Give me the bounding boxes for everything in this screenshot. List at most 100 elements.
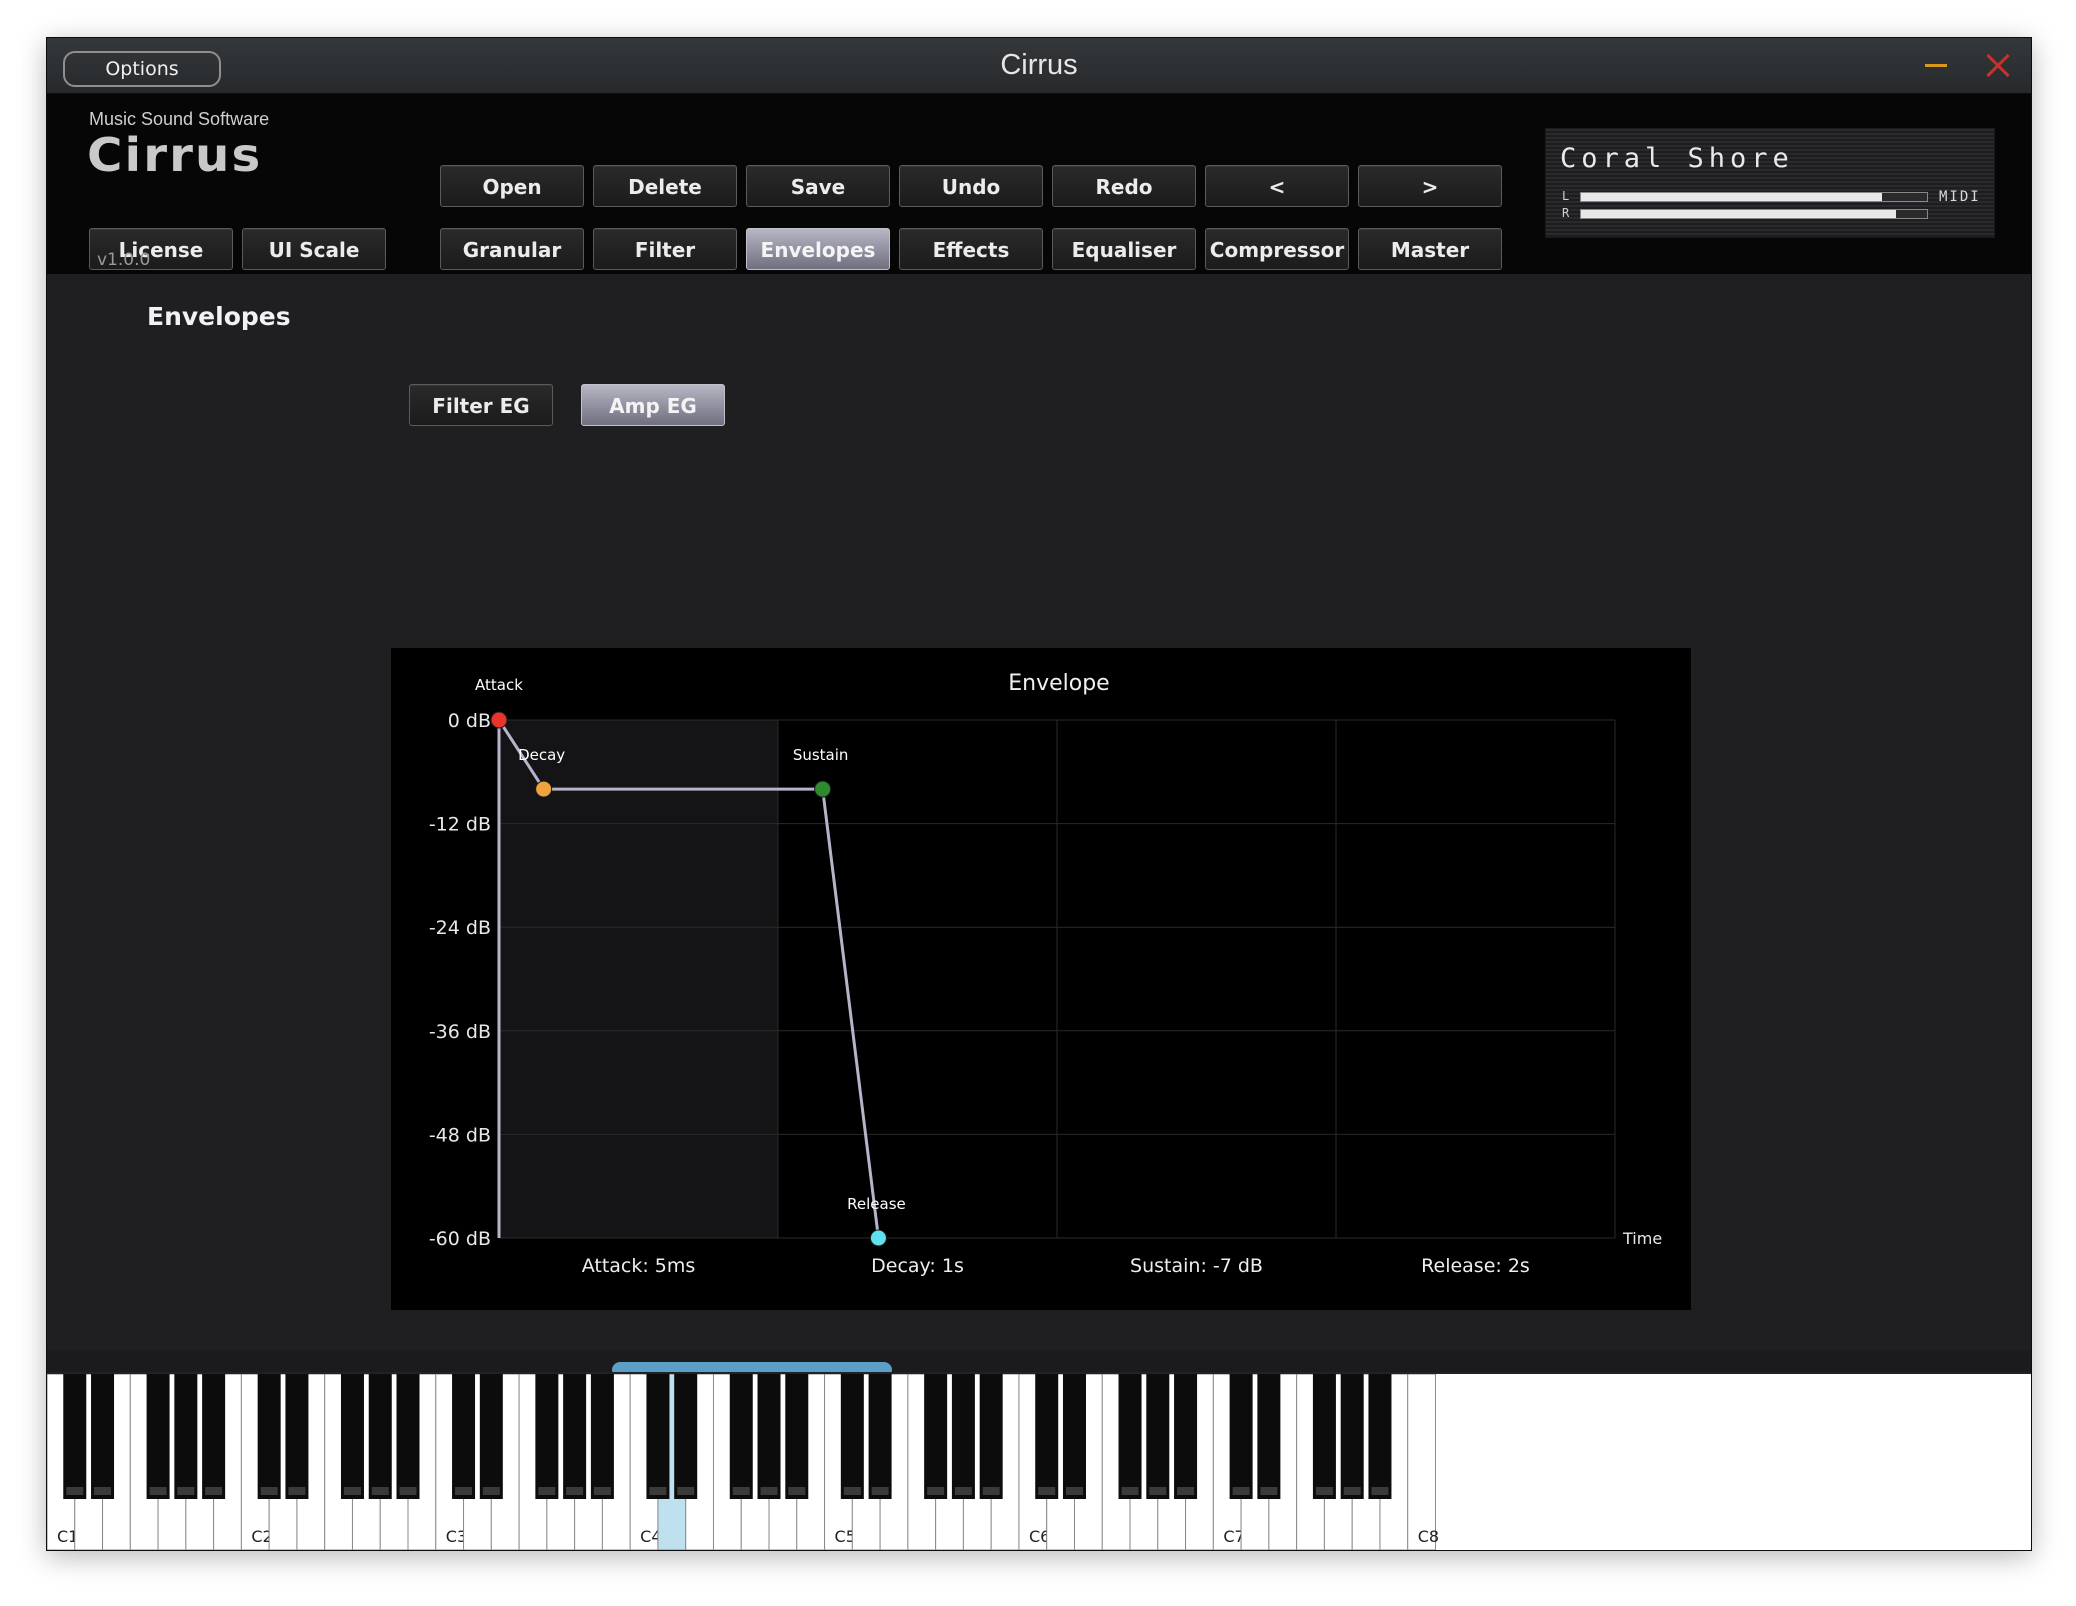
black-key [1035,1374,1059,1499]
tab-master[interactable]: Master [1358,228,1502,270]
piano-keys[interactable]: C1 C2 C3 C4 C5 C6 C7 C8 [47,1373,2031,1551]
midi-indicator: MIDI [1939,189,1981,205]
tab-amp-eg[interactable]: Amp EG [581,384,725,426]
undo-button[interactable]: Undo [899,165,1043,207]
black-key-shading [593,1487,611,1495]
x-axis-label: Time [1622,1229,1662,1248]
octave-label: C8 [1418,1527,1439,1546]
y-tick-label: -36 dB [429,1021,491,1043]
black-key-shading [1121,1487,1139,1495]
tab-equaliser[interactable]: Equaliser [1052,228,1196,270]
black-key [257,1374,281,1499]
window-title: Cirrus [1000,49,1078,81]
black-key-shading [1232,1487,1250,1495]
black-key [340,1374,364,1499]
black-key-shading [954,1487,972,1495]
envelope-chart[interactable]: 0 dB -12 dB -24 dB -36 dB -48 dB -60 dB Envelo… [391,648,1691,1310]
black-key-shading [1260,1487,1278,1495]
black-key-shading [288,1487,306,1495]
tab-granular[interactable]: Granular [440,228,584,270]
black-key-shading [677,1487,695,1495]
app-logo: Cirrus [87,128,263,182]
prev-preset-button[interactable]: < [1205,165,1349,207]
preset-display[interactable]: Coral Shore L R MIDI [1545,128,1995,238]
piano-keyboard[interactable]: C1 C2 C3 C4 C5 C6 C7 C8 [47,1372,2031,1551]
black-key [1340,1374,1364,1499]
black-key [63,1374,87,1499]
envelope-graph[interactable]: 0 dB -12 dB -24 dB -36 dB -48 dB -60 dB Envelo… [391,648,1691,1310]
black-key-shading [399,1487,417,1495]
minimize-icon[interactable] [1925,64,1947,67]
close-icon[interactable] [1983,50,2013,80]
y-tick-label: -24 dB [429,917,491,939]
black-key-shading [260,1487,278,1495]
black-key-shading [982,1487,1000,1495]
black-key [174,1374,198,1499]
level-meter-left [1580,192,1928,202]
black-key-shading [94,1487,112,1495]
parameter-label: Sustain: -7 dB [1130,1255,1263,1277]
black-key [396,1374,420,1499]
envelope-handle [869,1229,887,1247]
black-key [1118,1374,1142,1499]
parameter-label: Decay: 1s [871,1255,964,1277]
next-preset-button[interactable]: > [1358,165,1502,207]
black-key-shading [343,1487,361,1495]
point-label: Sustain [793,746,849,764]
tab-filter[interactable]: Filter [593,228,737,270]
black-key [479,1374,503,1499]
black-key-shading [205,1487,223,1495]
black-key [452,1374,476,1499]
black-key [868,1374,892,1499]
tab-filter-eg[interactable]: Filter EG [409,384,553,426]
tab-effects[interactable]: Effects [899,228,1043,270]
version-label: v1.0.0 [97,250,151,270]
ui-scale-button[interactable]: UI Scale [242,228,386,270]
delete-button[interactable]: Delete [593,165,737,207]
meter-left-label: L [1562,189,1570,203]
preset-name: Coral Shore [1560,143,1794,174]
chart-title: Envelope [1008,671,1109,696]
vendor-name: Music Sound Software [89,109,270,129]
black-key [646,1374,670,1499]
black-key [91,1374,115,1499]
black-key [674,1374,698,1499]
black-key-shading [788,1487,806,1495]
point-label: Decay [518,746,565,764]
y-tick-label: -48 dB [429,1124,491,1146]
black-key-shading [371,1487,389,1495]
black-key [1312,1374,1336,1499]
white-key [1407,1373,1436,1550]
black-key [1174,1374,1198,1499]
save-button[interactable]: Save [746,165,890,207]
black-key [1146,1374,1170,1499]
level-meter-right [1580,209,1928,219]
meter-right-label: R [1562,206,1570,220]
black-key-shading [843,1487,861,1495]
open-button[interactable]: Open [440,165,584,207]
point-label: Release [847,1195,906,1213]
black-key [1062,1374,1086,1499]
y-tick-label: -12 dB [429,814,491,836]
black-key-shading [649,1487,667,1495]
black-key-shading [1149,1487,1167,1495]
y-tick-label: 0 dB [448,710,491,732]
tab-envelopes[interactable]: Envelopes [746,228,890,270]
black-key [202,1374,226,1499]
black-key [785,1374,809,1499]
black-key [840,1374,864,1499]
tab-compressor[interactable]: Compressor [1205,228,1349,270]
black-key-shading [871,1487,889,1495]
envelope-handle [814,780,832,798]
point-label: Attack [475,676,523,694]
black-key [757,1374,781,1499]
title-bar: Options Cirrus [47,38,2031,94]
header-panel: Music Sound Software Cirrus License UI S… [47,94,2031,274]
parameter-label: Attack: 5ms [582,1255,696,1277]
redo-button[interactable]: Redo [1052,165,1196,207]
envelopes-page: Envelopes Filter EG Amp EG 0 dB -12 dB -24… [47,274,2031,1384]
black-key-shading [732,1487,750,1495]
black-key [563,1374,587,1499]
black-key [368,1374,392,1499]
black-key [924,1374,948,1499]
